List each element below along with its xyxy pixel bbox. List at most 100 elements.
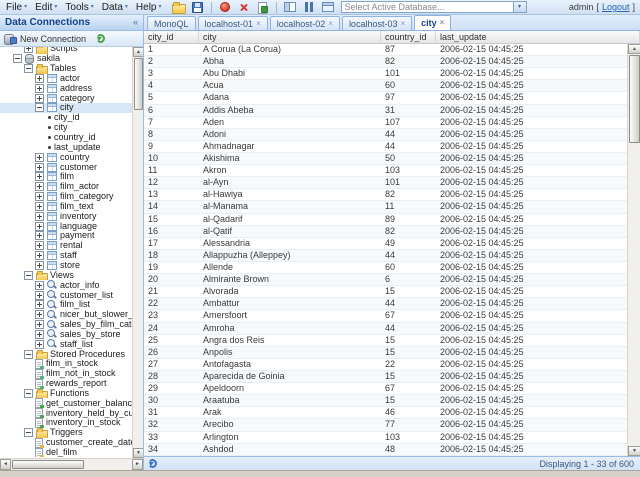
scroll-up-button[interactable]: ▲	[133, 47, 143, 57]
table-row[interactable]: 15 al-Qadarif 89 2006-02-15 04:45:25	[144, 213, 627, 226]
tab-localhost-01[interactable]: localhost-01 ×	[197, 16, 268, 30]
expand-icon[interactable]	[35, 231, 44, 241]
tree-item-nicer-but-slower-film-list[interactable]: nicer_but_slower_film_list	[0, 309, 132, 320]
table-row[interactable]: 34 Ashdod 48 2006-02-15 04:45:25	[144, 443, 627, 456]
open-folder-button[interactable]	[171, 1, 187, 14]
tree-item-del-film[interactable]: del_film	[0, 447, 132, 458]
column-header-country-id[interactable]: country_id	[381, 31, 436, 43]
tree-item-film-in-stock[interactable]: film_in_stock	[0, 359, 132, 369]
menu-tools[interactable]: Tools ▾	[61, 2, 97, 13]
table-row[interactable]: 14 al-Manama 11 2006-02-15 04:45:25	[144, 201, 627, 214]
expand-icon[interactable]	[35, 211, 44, 221]
expand-icon[interactable]	[35, 93, 44, 103]
expand-icon[interactable]	[24, 47, 33, 54]
tree-item-film-not-in-stock[interactable]: film_not_in_stock	[0, 368, 132, 379]
layout-left-button[interactable]	[282, 1, 298, 14]
expand-icon[interactable]	[35, 152, 44, 162]
table-row[interactable]: 10 Akishima 50 2006-02-15 04:45:25	[144, 152, 627, 166]
table-row[interactable]: 23 Amersfoort 67 2006-02-15 04:45:25	[144, 310, 627, 323]
grid-vertical-scrollbar[interactable]: ▲ ▼	[627, 44, 640, 456]
close-icon[interactable]: ×	[440, 19, 445, 27]
expand-icon[interactable]	[35, 201, 44, 211]
expand-icon[interactable]	[35, 300, 44, 310]
tree-item-sales-by-store[interactable]: sales_by_store	[0, 329, 132, 339]
scroll-up-button[interactable]: ▲	[628, 44, 640, 54]
close-icon[interactable]: ×	[328, 19, 333, 28]
table-row[interactable]: 8 Adoni 44 2006-02-15 04:45:25	[144, 128, 627, 141]
tree-item-staff-list[interactable]: staff_list	[0, 339, 132, 349]
tree-item-scripts[interactable]: Scripts	[0, 47, 132, 54]
scrollbar-thumb[interactable]	[629, 55, 640, 143]
logout-link[interactable]: Logout	[602, 2, 630, 12]
refresh-connections-button[interactable]	[96, 34, 106, 43]
table-row[interactable]: 3 Abu Dhabi 101 2006-02-15 04:45:25	[144, 68, 627, 81]
menu-file[interactable]: File ▾	[2, 2, 31, 13]
collapse-icon[interactable]	[24, 428, 33, 438]
tab-city[interactable]: city ×	[414, 15, 452, 30]
expand-icon[interactable]	[35, 192, 44, 202]
collapse-icon[interactable]	[24, 270, 33, 280]
layout-full-button[interactable]	[320, 1, 336, 14]
tree-item-city-id[interactable]: city_id	[0, 113, 132, 123]
tab-localhost-02[interactable]: localhost-02 ×	[269, 16, 340, 30]
collapse-icon[interactable]	[35, 103, 44, 113]
collapse-icon[interactable]	[24, 64, 33, 74]
scroll-down-button[interactable]: ▼	[133, 448, 143, 458]
tree-item-actor[interactable]: actor	[0, 74, 132, 84]
menu-edit[interactable]: Edit ▾	[31, 2, 61, 13]
table-row[interactable]: 11 Akron 103 2006-02-15 04:45:25	[144, 165, 627, 178]
tree-item-get-customer-balance[interactable]: get_customer_balance	[0, 398, 132, 409]
tree-horizontal-scrollbar[interactable]: ◄ ►	[0, 458, 143, 470]
tree-item-film-text[interactable]: film_text	[0, 202, 132, 212]
table-row[interactable]: 2 Abha 82 2006-02-15 04:45:25	[144, 56, 627, 69]
tree-item-functions[interactable]: Functions	[0, 389, 132, 399]
table-row[interactable]: 19 Allende 60 2006-02-15 04:45:25	[144, 261, 627, 275]
table-row[interactable]: 7 Aden 107 2006-02-15 04:45:25	[144, 116, 627, 129]
table-row[interactable]: 17 Alessandria 49 2006-02-15 04:45:25	[144, 237, 627, 250]
table-row[interactable]: 16 al-Qatif 82 2006-02-15 04:45:25	[144, 225, 627, 238]
expand-icon[interactable]	[35, 260, 44, 270]
expand-icon[interactable]	[35, 162, 44, 172]
tree-item-customer[interactable]: customer	[0, 162, 132, 172]
table-row[interactable]: 22 Ambattur 44 2006-02-15 04:45:25	[144, 298, 627, 311]
table-row[interactable]: 1 A Corua (La Corua) 87 2006-02-15 04:45:25	[144, 44, 627, 57]
expand-icon[interactable]	[35, 221, 44, 231]
combo-trigger-button[interactable]: ▾	[512, 2, 526, 12]
save-button[interactable]	[190, 1, 206, 14]
scroll-left-button[interactable]: ◄	[0, 459, 11, 470]
table-row[interactable]: 13 al-Hawiya 82 2006-02-15 04:45:25	[144, 189, 627, 202]
table-row[interactable]: 29 Apeldoorn 67 2006-02-15 04:45:25	[144, 383, 627, 396]
tab-monoql[interactable]: MonoQL	[147, 16, 196, 30]
table-row[interactable]: 30 Araatuba 15 2006-02-15 04:45:25	[144, 395, 627, 408]
tree-item-city[interactable]: city	[0, 103, 132, 113]
column-header-last-update[interactable]: last_update	[436, 31, 640, 43]
scrollbar-track[interactable]	[628, 144, 640, 446]
expand-icon[interactable]	[35, 241, 44, 251]
table-row[interactable]: 20 Almirante Brown 6 2006-02-15 04:45:25	[144, 274, 627, 287]
table-row[interactable]: 9 Ahmadnagar 44 2006-02-15 04:45:25	[144, 140, 627, 153]
table-row[interactable]: 21 Alvorada 15 2006-02-15 04:45:25	[144, 286, 627, 299]
table-row[interactable]: 25 Angra dos Reis 15 2006-02-15 04:45:25	[144, 334, 627, 347]
expand-icon[interactable]	[35, 83, 44, 93]
expand-icon[interactable]	[35, 339, 44, 349]
layout-split-button[interactable]	[301, 1, 317, 14]
new-connection-button[interactable]: New Connection	[4, 33, 86, 45]
close-icon[interactable]: ×	[256, 19, 261, 28]
collapse-icon[interactable]	[24, 388, 33, 398]
tree-item-tables[interactable]: Tables	[0, 64, 132, 74]
scrollbar-thumb[interactable]	[134, 58, 143, 110]
expand-icon[interactable]	[35, 172, 44, 182]
scrollbar-track[interactable]	[133, 111, 143, 448]
tree-item-rewards-report[interactable]: rewards_report	[0, 378, 132, 389]
close-icon[interactable]: ×	[400, 19, 405, 28]
table-row[interactable]: 4 Acua 60 2006-02-15 04:45:25	[144, 80, 627, 93]
expand-icon[interactable]	[35, 310, 44, 320]
collapse-panel-button[interactable]: «	[131, 18, 140, 27]
tab-localhost-03[interactable]: localhost-03 ×	[341, 16, 413, 30]
tree-item-film-category[interactable]: film_category	[0, 192, 132, 202]
collapse-icon[interactable]	[24, 349, 33, 359]
expand-icon[interactable]	[35, 73, 44, 83]
tree-item-inventory-held-by-customer[interactable]: inventory_held_by_customer	[0, 408, 132, 419]
tree-item-customer-list[interactable]: customer_list	[0, 290, 132, 300]
tree-item-actor-info[interactable]: actor_info	[0, 280, 132, 290]
